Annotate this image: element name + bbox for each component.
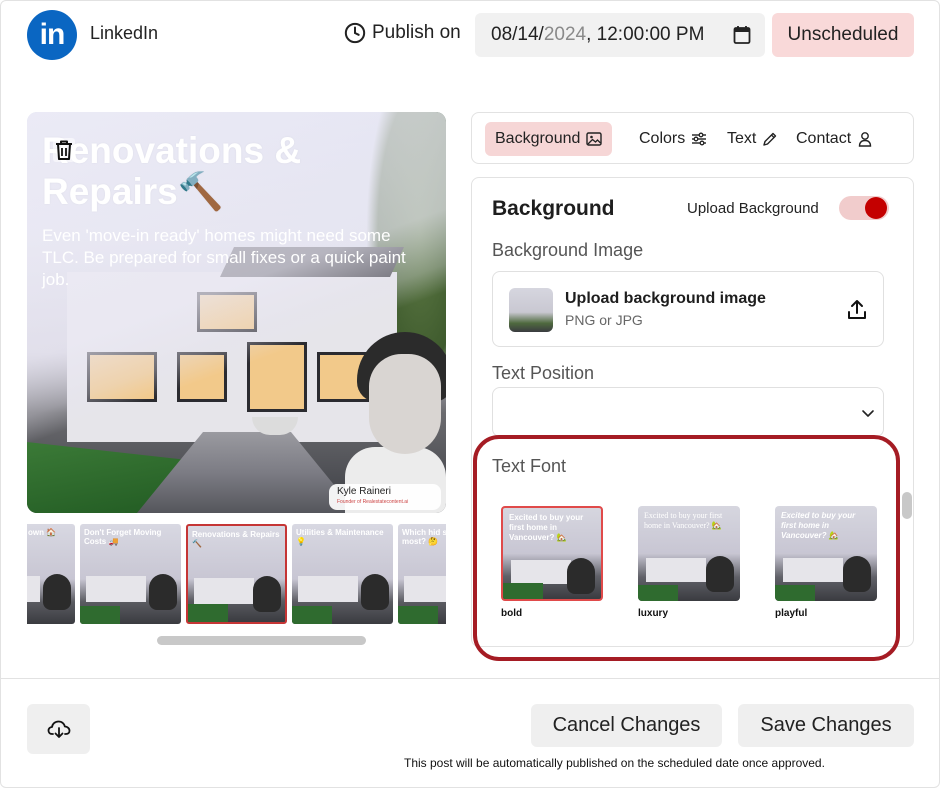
preview-body: Even 'move-in ready' homes might need so…	[42, 226, 406, 289]
thumb-portrait	[43, 574, 71, 610]
agent-name: Kyle Raineri	[337, 486, 391, 497]
preview-title: Renovations & Repairs🔨	[42, 130, 302, 212]
clock-icon	[344, 22, 366, 44]
tab-background-label: Background	[495, 130, 581, 147]
upload-background-label: Upload Background	[687, 200, 819, 217]
thumb-lawn	[398, 606, 438, 624]
save-changes-button[interactable]: Save Changes	[738, 704, 914, 747]
upload-background-dropzone[interactable]: Upload background image PNG or JPG	[492, 271, 884, 347]
panel-scrollbar[interactable]	[902, 492, 912, 519]
tab-contact-label: Contact	[796, 130, 852, 147]
platform-name: LinkedIn	[90, 23, 159, 43]
publish-note: This post will be automatically publishe…	[404, 756, 825, 770]
cloud-download-icon	[47, 720, 70, 738]
sliders-icon	[692, 132, 707, 146]
thumb-house	[194, 578, 254, 604]
slide-thumbnail[interactable]: Which hid surprised y most? 🤔	[398, 524, 446, 624]
publish-datetime-input[interactable]: 08/14/2024, 12:00:00 PM	[475, 13, 765, 57]
thumb-house	[27, 576, 40, 602]
publish-label-text: Publish on	[372, 22, 461, 43]
user-icon	[858, 132, 872, 147]
text-position-select[interactable]	[492, 387, 884, 437]
date-prefix: 08/14/	[491, 24, 544, 45]
upload-background-toggle[interactable]	[839, 196, 889, 220]
pencil-icon	[763, 132, 777, 146]
date-suffix: , 12:00:00 PM	[586, 24, 705, 45]
thumb-portrait	[149, 574, 177, 610]
footer-divider	[1, 678, 939, 679]
cancel-changes-button[interactable]: Cancel Changes	[531, 704, 722, 747]
logo-text: in	[39, 18, 66, 51]
image-icon	[586, 132, 603, 146]
slide-thumbnail-title: Don't Forget Moving Costs 🚚	[84, 528, 162, 546]
upload-title: Upload background image	[565, 290, 766, 307]
tab-text[interactable]: Text	[717, 122, 788, 156]
download-button[interactable]	[27, 704, 90, 754]
thumb-house	[86, 576, 146, 602]
slide-thumbnail-active[interactable]: Renovations & Repairs 🔨	[186, 524, 287, 624]
tab-colors-label: Colors	[639, 130, 686, 147]
portrait-face	[369, 354, 441, 454]
upload-icon[interactable]	[845, 298, 869, 322]
section-title: Background	[492, 197, 615, 220]
tab-colors[interactable]: Colors	[629, 122, 717, 156]
slide-thumbnail-title: own 🏠	[28, 528, 57, 537]
thumb-lawn	[292, 606, 332, 624]
linkedin-logo-icon: in	[27, 10, 77, 60]
post-preview: Kyle Raineri Founder of Realestateconten…	[27, 112, 446, 513]
slide-thumbnail[interactable]: Utilities & Maintenance 💡	[292, 524, 393, 624]
text-position-label: Text Position	[492, 363, 595, 383]
header: in LinkedIn Publish on 08/14/2024, 12:00…	[1, 1, 939, 71]
thumb-house	[404, 576, 446, 602]
upload-subtitle: PNG or JPG	[565, 312, 643, 328]
thumbnails-scrollbar[interactable]	[157, 636, 366, 645]
thumb-lawn	[188, 604, 228, 622]
settings-tabs: Background Colors Text Contact	[471, 112, 914, 164]
slide-thumbnails: own 🏠 Don't Forget Moving Costs 🚚 Renova…	[27, 524, 446, 625]
slide-thumbnail-title: Renovations & Repairs 🔨	[192, 530, 280, 548]
agent-role: Founder of Realestatecontent.ai	[337, 499, 409, 505]
tab-contact[interactable]: Contact	[786, 122, 883, 156]
slide-thumbnail[interactable]: Don't Forget Moving Costs 🚚	[80, 524, 181, 624]
chevron-down-icon	[862, 410, 874, 417]
slide-thumbnail-title: Utilities & Maintenance 💡	[296, 528, 384, 546]
slide-thumbnail-title: Which hid surprised y most? 🤔	[402, 528, 446, 546]
date-year: 2024	[543, 24, 587, 45]
toggle-knob	[865, 197, 887, 219]
calendar-icon[interactable]	[733, 25, 751, 45]
thumb-house	[298, 576, 358, 602]
trash-icon[interactable]	[53, 138, 75, 162]
thumb-portrait	[253, 576, 281, 612]
tab-text-label: Text	[727, 130, 757, 147]
unscheduled-button[interactable]: Unscheduled	[772, 13, 914, 57]
background-image-label: Background Image	[492, 240, 644, 260]
tab-background[interactable]: Background	[485, 122, 613, 156]
background-thumbnail	[509, 288, 553, 332]
thumb-lawn	[80, 606, 120, 624]
post-editor-window: in LinkedIn Publish on 08/14/2024, 12:00…	[0, 0, 940, 788]
agent-name-tag: Kyle Raineri Founder of Realestateconten…	[329, 484, 441, 510]
publish-label: Publish on	[344, 22, 461, 44]
slide-thumbnail[interactable]: own 🏠	[27, 524, 75, 624]
text-font-highlight	[473, 435, 900, 661]
thumb-portrait	[361, 574, 389, 610]
